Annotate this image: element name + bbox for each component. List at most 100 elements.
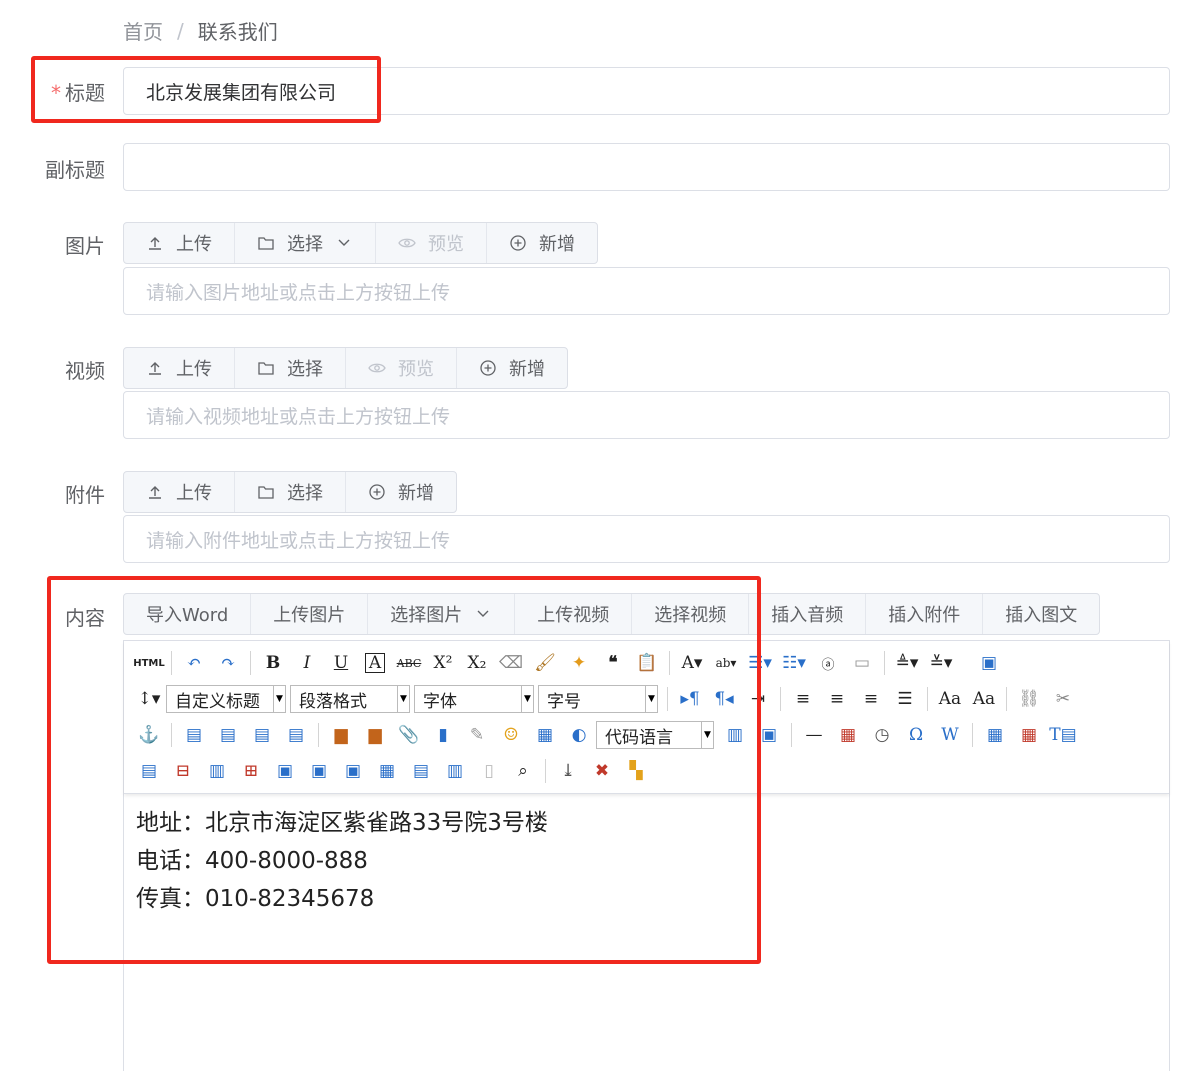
insert-attachment-button[interactable]: 插入附件 xyxy=(866,594,984,634)
clear-doc-icon[interactable]: ▭ xyxy=(845,648,879,678)
simple-upload-icon[interactable]: ▆ xyxy=(324,720,358,750)
attachment-add-button[interactable]: 新增 xyxy=(346,472,456,512)
rtl-icon[interactable]: ¶◂ xyxy=(707,684,741,714)
select-video-button[interactable]: 选择视频 xyxy=(632,594,750,634)
row-spacing-bottom-icon[interactable]: ≚▾ xyxy=(924,648,958,678)
paragraph-format-select[interactable]: 段落格式 ▼ xyxy=(290,685,410,713)
insert-image-icon[interactable]: ▆ xyxy=(358,720,392,750)
image-add-button[interactable]: 新增 xyxy=(487,223,597,263)
to-lowercase-icon[interactable]: Aa xyxy=(967,684,1001,714)
align-center-icon[interactable]: ≡ xyxy=(820,684,854,714)
select-all-icon[interactable]: ⓐ xyxy=(811,648,845,678)
insert-video-icon[interactable]: ▮ xyxy=(426,720,460,750)
format-brush-icon[interactable]: 🖌 xyxy=(528,648,562,678)
code-language-select[interactable]: 代码语言 ▼ xyxy=(596,721,714,749)
ltr-icon[interactable]: ▸¶ xyxy=(673,684,707,714)
superscript-icon[interactable]: X² xyxy=(426,648,460,678)
align-left-icon[interactable]: ≡ xyxy=(786,684,820,714)
bold-icon[interactable]: B xyxy=(256,648,290,678)
split-rows-icon[interactable]: ▤ xyxy=(404,756,438,786)
strikethrough-icon[interactable]: ABC xyxy=(392,648,426,678)
attachment-upload-button[interactable]: 上传 xyxy=(124,472,235,512)
subscript-icon[interactable]: X₂ xyxy=(460,648,494,678)
video-select-button[interactable]: 选择 xyxy=(235,348,346,388)
background-icon[interactable]: ▣ xyxy=(752,720,786,750)
xiumi-icon[interactable]: ▚ xyxy=(619,756,653,786)
video-url-input[interactable]: 请输入视频地址或点击上方按钮上传 xyxy=(123,391,1170,439)
video-preview-button[interactable]: 预览 xyxy=(346,348,457,388)
word-image-icon[interactable]: W xyxy=(933,720,967,750)
subtitle-input[interactable] xyxy=(123,143,1170,191)
upload-image-button[interactable]: 上传图片 xyxy=(251,594,369,634)
attachment-select-button[interactable]: 选择 xyxy=(235,472,346,512)
image-right-icon[interactable]: ▤ xyxy=(245,720,279,750)
font-family-select[interactable]: 字体 ▼ xyxy=(414,685,534,713)
video-upload-button[interactable]: 上传 xyxy=(124,348,235,388)
time-icon[interactable]: ◷ xyxy=(865,720,899,750)
insert-article-button[interactable]: 插入图文 xyxy=(983,594,1099,634)
italic-icon[interactable]: I xyxy=(290,648,324,678)
unlink-icon[interactable]: ✂ xyxy=(1046,684,1080,714)
merge-cells-icon[interactable]: ▣ xyxy=(268,756,302,786)
scrawl-icon[interactable]: ✎ xyxy=(460,720,494,750)
editor-content[interactable]: 地址：北京市海淀区紫雀路33号院3号楼 电话：400-8000-888 传真：0… xyxy=(124,794,1169,928)
image-center-icon[interactable]: ▤ xyxy=(279,720,313,750)
magic-wand-icon[interactable]: ✦ xyxy=(562,648,596,678)
merge-down-icon[interactable]: ▣ xyxy=(336,756,370,786)
ordered-list-icon[interactable]: ☰▾ xyxy=(743,648,777,678)
upload-video-button[interactable]: 上传视频 xyxy=(515,594,633,634)
breadcrumb-home[interactable]: 首页 xyxy=(123,16,163,45)
paste-plain-icon[interactable]: 📋 xyxy=(630,648,664,678)
align-justify-icon[interactable]: ☰ xyxy=(888,684,922,714)
delete-table-icon[interactable]: ▦ xyxy=(1012,720,1046,750)
html-source-icon[interactable]: HTML xyxy=(132,648,166,678)
undo-icon[interactable]: ↶ xyxy=(177,648,211,678)
align-right-icon[interactable]: ≡ xyxy=(854,684,888,714)
table-title-icon[interactable]: T▤ xyxy=(1046,720,1080,750)
page-break-icon[interactable]: ⤓ xyxy=(551,756,585,786)
template-icon[interactable]: ▥ xyxy=(718,720,752,750)
font-color-icon[interactable]: A▾ xyxy=(675,648,709,678)
line-height-icon[interactable]: ↕▾ xyxy=(132,684,166,714)
print-icon[interactable]: ▯ xyxy=(472,756,506,786)
video-add-button[interactable]: 新增 xyxy=(457,348,567,388)
link-icon[interactable]: ⛓ xyxy=(1012,684,1046,714)
split-cols-icon[interactable]: ▥ xyxy=(438,756,472,786)
insert-table-icon[interactable]: ▦ xyxy=(978,720,1012,750)
map-icon[interactable]: ▦ xyxy=(528,720,562,750)
insert-col-icon[interactable]: ▥ xyxy=(200,756,234,786)
special-char-icon[interactable]: Ω xyxy=(899,720,933,750)
delete-col-icon[interactable]: ⊞ xyxy=(234,756,268,786)
blockquote-icon[interactable]: ❝ xyxy=(596,648,630,678)
image-select-button[interactable]: 选择 xyxy=(235,223,376,263)
image-preview-button[interactable]: 预览 xyxy=(376,223,487,263)
horizontal-rule-icon[interactable]: — xyxy=(797,720,831,750)
highlight-color-icon[interactable]: ab▾ xyxy=(709,648,743,678)
search-replace-icon[interactable]: ⌕ xyxy=(506,756,540,786)
eraser-icon[interactable]: ⌫ xyxy=(494,648,528,678)
emotion-icon[interactable]: ☺ xyxy=(494,720,528,750)
font-size-select[interactable]: 字号 ▼ xyxy=(538,685,658,713)
image-upload-button[interactable]: 上传 xyxy=(124,223,235,263)
insert-row-icon[interactable]: ▤ xyxy=(132,756,166,786)
merge-right-icon[interactable]: ▣ xyxy=(302,756,336,786)
underline-icon[interactable]: U xyxy=(324,648,358,678)
import-word-button[interactable]: 导入Word xyxy=(124,594,252,634)
unordered-list-icon[interactable]: ☷▾ xyxy=(777,648,811,678)
insert-audio-button[interactable]: 插入音频 xyxy=(749,594,867,634)
row-spacing-top-icon[interactable]: ≜▾ xyxy=(890,648,924,678)
anchor-icon[interactable]: ⚓ xyxy=(132,720,166,750)
date-icon[interactable]: ▦ xyxy=(831,720,865,750)
image-left-icon[interactable]: ▤ xyxy=(211,720,245,750)
border-text-icon[interactable]: A xyxy=(365,653,385,673)
title-input[interactable]: 北京发展集团有限公司 xyxy=(123,67,1170,115)
delete-row-icon[interactable]: ⊟ xyxy=(166,756,200,786)
to-uppercase-icon[interactable]: Aa xyxy=(933,684,967,714)
attachment-url-input[interactable]: 请输入附件地址或点击上方按钮上传 xyxy=(123,515,1170,563)
select-image-button[interactable]: 选择图片 xyxy=(368,594,516,634)
redo-icon[interactable]: ↷ xyxy=(211,648,245,678)
image-url-input[interactable]: 请输入图片地址或点击上方按钮上传 xyxy=(123,267,1170,315)
auto-typeset-icon[interactable]: ✖ xyxy=(585,756,619,786)
preview-icon[interactable]: ▣ xyxy=(972,648,1006,678)
image-none-icon[interactable]: ▤ xyxy=(177,720,211,750)
